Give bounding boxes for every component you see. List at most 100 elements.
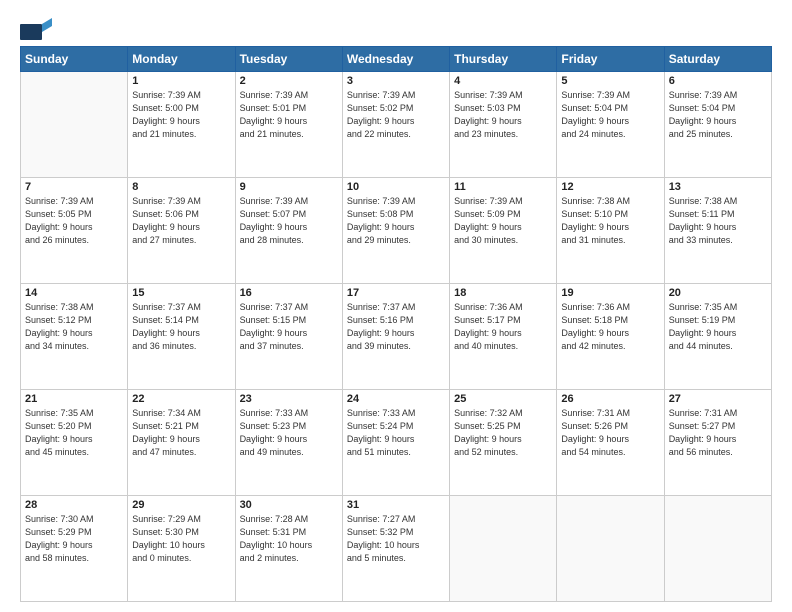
calendar-header-row: SundayMondayTuesdayWednesdayThursdayFrid… (21, 47, 772, 72)
calendar-cell: 19 Sunrise: 7:36 AM Sunset: 5:18 PM Dayli… (557, 284, 664, 390)
day-number: 28 (25, 499, 123, 511)
calendar-cell: 5 Sunrise: 7:39 AM Sunset: 5:04 PM Daylig… (557, 72, 664, 178)
day-info: Sunrise: 7:31 AM Sunset: 5:27 PM Dayligh… (669, 407, 767, 459)
calendar-week-4: 21Sunrise: 7:35 AM Sunset: 5:20 PM Dayli… (21, 390, 772, 496)
day-info: Sunrise: 7:30 AM Sunset: 5:29 PM Dayligh… (25, 513, 123, 565)
calendar-header-sunday: Sunday (21, 47, 128, 72)
day-number: 18 (454, 287, 552, 299)
calendar-week-3: 14 Sunrise: 7:38 AM Sunset: 5:12 PM Dayli… (21, 284, 772, 390)
calendar-cell: 3 Sunrise: 7:39 AM Sunset: 5:02 PM Daylig… (342, 72, 449, 178)
day-info: Sunrise: 7:34 AM Sunset: 5:21 PM Dayligh… (132, 407, 230, 459)
calendar-cell: 7Sunrise: 7:39 AM Sunset: 5:05 PM Daylig… (21, 178, 128, 284)
calendar-cell (21, 72, 128, 178)
calendar-header-monday: Monday (128, 47, 235, 72)
calendar-week-1: 1 Sunrise: 7:39 AM Sunset: 5:00 PM Daylig… (21, 72, 772, 178)
day-info: Sunrise: 7:38 AM Sunset: 5:10 PM Dayligh… (561, 195, 659, 247)
day-number: 24 (347, 393, 445, 405)
day-number: 25 (454, 393, 552, 405)
calendar-cell: 27 Sunrise: 7:31 AM Sunset: 5:27 PM Dayli… (664, 390, 771, 496)
calendar-cell: 25 Sunrise: 7:32 AM Sunset: 5:25 PM Dayli… (450, 390, 557, 496)
day-number: 10 (347, 181, 445, 193)
calendar-cell: 20Sunrise: 7:35 AM Sunset: 5:19 PM Dayli… (664, 284, 771, 390)
day-info: Sunrise: 7:32 AM Sunset: 5:25 PM Dayligh… (454, 407, 552, 459)
day-info: Sunrise: 7:36 AM Sunset: 5:17 PM Dayligh… (454, 301, 552, 353)
calendar-cell: 26 Sunrise: 7:31 AM Sunset: 5:26 PM Dayli… (557, 390, 664, 496)
calendar-cell: 29 Sunrise: 7:29 AM Sunset: 5:30 PM Dayli… (128, 496, 235, 602)
day-info: Sunrise: 7:27 AM Sunset: 5:32 PM Dayligh… (347, 513, 445, 565)
calendar-cell: 17Sunrise: 7:37 AM Sunset: 5:16 PM Dayli… (342, 284, 449, 390)
calendar-cell: 2 Sunrise: 7:39 AM Sunset: 5:01 PM Daylig… (235, 72, 342, 178)
day-info: Sunrise: 7:29 AM Sunset: 5:30 PM Dayligh… (132, 513, 230, 565)
day-number: 22 (132, 393, 230, 405)
calendar-week-2: 7Sunrise: 7:39 AM Sunset: 5:05 PM Daylig… (21, 178, 772, 284)
calendar-week-5: 28 Sunrise: 7:30 AM Sunset: 5:29 PM Dayli… (21, 496, 772, 602)
day-info: Sunrise: 7:37 AM Sunset: 5:14 PM Dayligh… (132, 301, 230, 353)
calendar-cell: 6Sunrise: 7:39 AM Sunset: 5:04 PM Daylig… (664, 72, 771, 178)
day-number: 30 (240, 499, 338, 511)
calendar-cell: 23 Sunrise: 7:33 AM Sunset: 5:23 PM Dayli… (235, 390, 342, 496)
day-number: 4 (454, 75, 552, 87)
calendar-header-tuesday: Tuesday (235, 47, 342, 72)
day-number: 1 (132, 75, 230, 87)
calendar-header-friday: Friday (557, 47, 664, 72)
day-number: 9 (240, 181, 338, 193)
day-number: 27 (669, 393, 767, 405)
calendar-header-thursday: Thursday (450, 47, 557, 72)
day-number: 17 (347, 287, 445, 299)
calendar-cell: 14 Sunrise: 7:38 AM Sunset: 5:12 PM Dayli… (21, 284, 128, 390)
day-info: Sunrise: 7:39 AM Sunset: 5:01 PM Dayligh… (240, 89, 338, 141)
calendar-cell: 13 Sunrise: 7:38 AM Sunset: 5:11 PM Dayli… (664, 178, 771, 284)
day-info: Sunrise: 7:38 AM Sunset: 5:11 PM Dayligh… (669, 195, 767, 247)
calendar-cell: 11Sunrise: 7:39 AM Sunset: 5:09 PM Dayli… (450, 178, 557, 284)
day-info: Sunrise: 7:39 AM Sunset: 5:03 PM Dayligh… (454, 89, 552, 141)
day-number: 2 (240, 75, 338, 87)
calendar-header-saturday: Saturday (664, 47, 771, 72)
day-number: 14 (25, 287, 123, 299)
day-number: 23 (240, 393, 338, 405)
logo-icon (20, 18, 52, 40)
day-info: Sunrise: 7:38 AM Sunset: 5:12 PM Dayligh… (25, 301, 123, 353)
calendar-cell (664, 496, 771, 602)
day-number: 11 (454, 181, 552, 193)
day-number: 20 (669, 287, 767, 299)
day-info: Sunrise: 7:39 AM Sunset: 5:02 PM Dayligh… (347, 89, 445, 141)
calendar-cell: 18 Sunrise: 7:36 AM Sunset: 5:17 PM Dayli… (450, 284, 557, 390)
day-number: 3 (347, 75, 445, 87)
day-info: Sunrise: 7:33 AM Sunset: 5:23 PM Dayligh… (240, 407, 338, 459)
calendar-cell: 4 Sunrise: 7:39 AM Sunset: 5:03 PM Daylig… (450, 72, 557, 178)
calendar-cell: 30 Sunrise: 7:28 AM Sunset: 5:31 PM Dayli… (235, 496, 342, 602)
day-number: 15 (132, 287, 230, 299)
calendar-cell: 24 Sunrise: 7:33 AM Sunset: 5:24 PM Dayli… (342, 390, 449, 496)
calendar-cell: 1 Sunrise: 7:39 AM Sunset: 5:00 PM Daylig… (128, 72, 235, 178)
calendar-cell: 8 Sunrise: 7:39 AM Sunset: 5:06 PM Daylig… (128, 178, 235, 284)
calendar-cell: 10 Sunrise: 7:39 AM Sunset: 5:08 PM Dayli… (342, 178, 449, 284)
day-number: 19 (561, 287, 659, 299)
calendar-cell: 31Sunrise: 7:27 AM Sunset: 5:32 PM Dayli… (342, 496, 449, 602)
day-info: Sunrise: 7:39 AM Sunset: 5:04 PM Dayligh… (561, 89, 659, 141)
day-info: Sunrise: 7:28 AM Sunset: 5:31 PM Dayligh… (240, 513, 338, 565)
calendar-cell: 16Sunrise: 7:37 AM Sunset: 5:15 PM Dayli… (235, 284, 342, 390)
day-number: 13 (669, 181, 767, 193)
day-info: Sunrise: 7:39 AM Sunset: 5:08 PM Dayligh… (347, 195, 445, 247)
day-number: 26 (561, 393, 659, 405)
day-info: Sunrise: 7:33 AM Sunset: 5:24 PM Dayligh… (347, 407, 445, 459)
day-info: Sunrise: 7:31 AM Sunset: 5:26 PM Dayligh… (561, 407, 659, 459)
day-number: 8 (132, 181, 230, 193)
calendar-cell: 15 Sunrise: 7:37 AM Sunset: 5:14 PM Dayli… (128, 284, 235, 390)
day-info: Sunrise: 7:39 AM Sunset: 5:04 PM Dayligh… (669, 89, 767, 141)
day-number: 29 (132, 499, 230, 511)
day-number: 12 (561, 181, 659, 193)
day-number: 7 (25, 181, 123, 193)
day-info: Sunrise: 7:36 AM Sunset: 5:18 PM Dayligh… (561, 301, 659, 353)
day-info: Sunrise: 7:39 AM Sunset: 5:00 PM Dayligh… (132, 89, 230, 141)
logo (20, 18, 56, 40)
calendar-cell: 9 Sunrise: 7:39 AM Sunset: 5:07 PM Daylig… (235, 178, 342, 284)
day-number: 21 (25, 393, 123, 405)
calendar-cell (557, 496, 664, 602)
day-info: Sunrise: 7:39 AM Sunset: 5:06 PM Dayligh… (132, 195, 230, 247)
header (20, 18, 772, 40)
calendar-cell: 21Sunrise: 7:35 AM Sunset: 5:20 PM Dayli… (21, 390, 128, 496)
day-info: Sunrise: 7:39 AM Sunset: 5:07 PM Dayligh… (240, 195, 338, 247)
day-number: 5 (561, 75, 659, 87)
calendar-cell: 12 Sunrise: 7:38 AM Sunset: 5:10 PM Dayli… (557, 178, 664, 284)
